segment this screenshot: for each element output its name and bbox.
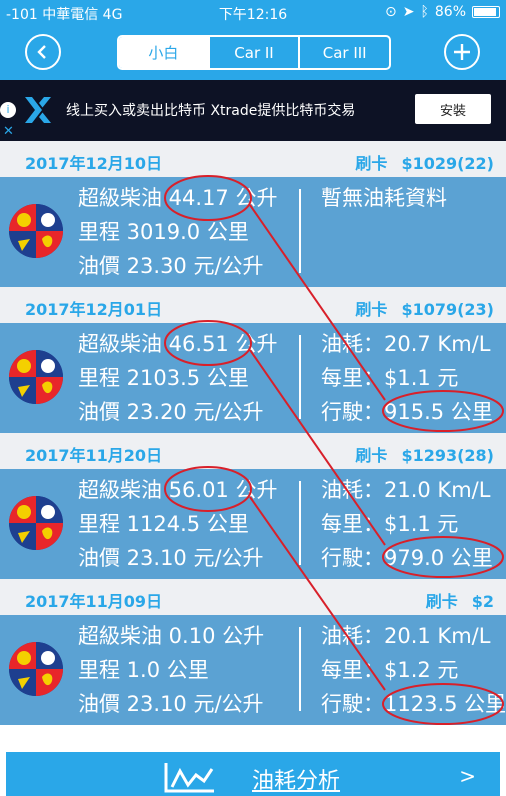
fuel-price: 油價 23.30 元/公升 xyxy=(78,254,264,278)
bluetooth-icon: ᛒ xyxy=(420,4,429,20)
distance: 行駛：1123.5 公里 xyxy=(321,692,506,716)
ad-info-icon[interactable]: i xyxy=(0,102,16,118)
fuel-price: 油價 23.20 元/公升 xyxy=(78,400,264,424)
cost-per-km: 每里：$1.2 元 xyxy=(321,658,459,682)
efficiency: 油耗：21.0 Km/L xyxy=(321,478,491,502)
back-button[interactable] xyxy=(25,34,61,70)
efficiency: 油耗：20.1 Km/L xyxy=(321,624,491,648)
mileage: 里程 3019.0 公里 xyxy=(78,220,249,244)
mileage: 里程 1124.5 公里 xyxy=(78,512,249,536)
entry-date: 2017年12月01日 xyxy=(25,300,163,319)
mileage: 里程 2103.5 公里 xyxy=(78,366,249,390)
ad-text: 线上买入或卖出比特币 Xtrade提供比特币交易 xyxy=(66,103,356,119)
xtrade-logo xyxy=(25,97,51,123)
pay-method: 刷卡 xyxy=(425,592,458,611)
entry-divider xyxy=(299,627,301,711)
fuel-amount: 超級柴油 46.51 公升 xyxy=(78,332,278,356)
date-header: 2017年12月01日 刷卡 $1079(23) xyxy=(0,287,506,323)
fuel-analysis-button[interactable]: 油耗分析 > xyxy=(6,752,500,796)
entry-date: 2017年11月20日 xyxy=(25,446,163,465)
fuel-amount: 超級柴油 44.17 公升 xyxy=(78,186,278,210)
entry-cost: 刷卡 $2 xyxy=(426,588,494,612)
entry-date: 2017年12月10日 xyxy=(25,154,163,173)
entry-amount: $1293(28) xyxy=(401,446,494,465)
battery-percent: 86% xyxy=(434,4,466,20)
entry-amount: $1079(23) xyxy=(401,300,494,319)
date-header: 2017年11月09日 刷卡 $2 xyxy=(0,579,506,615)
gas-station-logo xyxy=(9,642,63,696)
fuel-analysis-label: 油耗分析 xyxy=(252,769,341,794)
gas-station-logo xyxy=(9,350,63,404)
distance: 行駛：915.5 公里 xyxy=(321,400,493,424)
gas-station-logo xyxy=(9,204,63,258)
refuel-entry[interactable]: 超級柴油 56.01 公升 里程 1124.5 公里 油價 23.10 元/公升… xyxy=(0,469,506,579)
fuel-amount: 超級柴油 56.01 公升 xyxy=(78,478,278,502)
fuel-amount: 超級柴油 0.10 公升 xyxy=(78,624,265,648)
add-button[interactable] xyxy=(444,34,480,70)
refuel-list: 2017年12月10日 刷卡 $1029(22) 超級柴油 44.17 公升 里程… xyxy=(0,141,506,725)
entry-divider xyxy=(299,481,301,565)
line-chart-icon xyxy=(164,763,214,793)
battery-icon xyxy=(472,6,500,18)
ad-install-button[interactable]: 安裝 xyxy=(415,94,491,124)
refuel-entry[interactable]: 超級柴油 44.17 公升 里程 3019.0 公里 油價 23.30 元/公升… xyxy=(0,177,506,287)
efficiency: 油耗：20.7 Km/L xyxy=(321,332,491,356)
car-selector: 小白 Car II Car III xyxy=(117,35,391,70)
ad-close-icon[interactable]: ✕ xyxy=(3,124,14,139)
refuel-entry[interactable]: 超級柴油 0.10 公升 里程 1.0 公里 油價 23.10 元/公升 油耗：… xyxy=(0,615,506,725)
entry-cost: 刷卡 $1293(28) xyxy=(355,442,494,466)
entry-cost: 刷卡 $1079(23) xyxy=(355,296,494,320)
fuel-price: 油價 23.10 元/公升 xyxy=(78,546,264,570)
tab-car-3[interactable]: Car III xyxy=(298,37,389,68)
tab-car-2[interactable]: Car II xyxy=(207,37,299,68)
top-bar: 小白 Car II Car III xyxy=(0,24,506,80)
efficiency: 暫無油耗資料 xyxy=(321,186,447,210)
date-header: 2017年11月20日 刷卡 $1293(28) xyxy=(0,433,506,469)
plus-icon xyxy=(454,44,470,60)
fuel-price: 油價 23.10 元/公升 xyxy=(78,692,264,716)
status-right: ⊙ ➤ ᛒ 86% xyxy=(385,4,500,20)
distance xyxy=(321,249,447,283)
cost-per-km: 每里：$1.1 元 xyxy=(321,366,459,390)
date-header: 2017年12月10日 刷卡 $1029(22) xyxy=(0,141,506,177)
entry-amount: $1029(22) xyxy=(401,154,494,173)
entry-date: 2017年11月09日 xyxy=(25,592,163,611)
entry-divider xyxy=(299,189,301,273)
location-icon: ➤ xyxy=(402,4,415,20)
pay-method: 刷卡 xyxy=(355,154,388,173)
mileage: 里程 1.0 公里 xyxy=(78,658,209,682)
pay-method: 刷卡 xyxy=(355,446,388,465)
chevron-right-icon: > xyxy=(459,764,476,788)
cost-per-km xyxy=(321,215,447,249)
entry-cost: 刷卡 $1029(22) xyxy=(355,150,494,174)
ad-banner[interactable]: i ✕ 线上买入或卖出比特币 Xtrade提供比特币交易 安裝 xyxy=(0,80,506,141)
lock-rotation-icon: ⊙ xyxy=(385,4,397,20)
status-bar: -101 中華電信 4G 下午12:16 ⊙ ➤ ᛒ 86% xyxy=(0,0,506,24)
distance: 行駛：979.0 公里 xyxy=(321,546,493,570)
tab-car-1[interactable]: 小白 xyxy=(119,37,208,68)
cost-per-km: 每里：$1.1 元 xyxy=(321,512,459,536)
entry-divider xyxy=(299,335,301,419)
chevron-left-icon xyxy=(37,45,46,59)
gas-station-logo xyxy=(9,496,63,550)
pay-method: 刷卡 xyxy=(355,300,388,319)
refuel-entry[interactable]: 超級柴油 46.51 公升 里程 2103.5 公里 油價 23.20 元/公升… xyxy=(0,323,506,433)
entry-amount: $2 xyxy=(471,592,494,611)
